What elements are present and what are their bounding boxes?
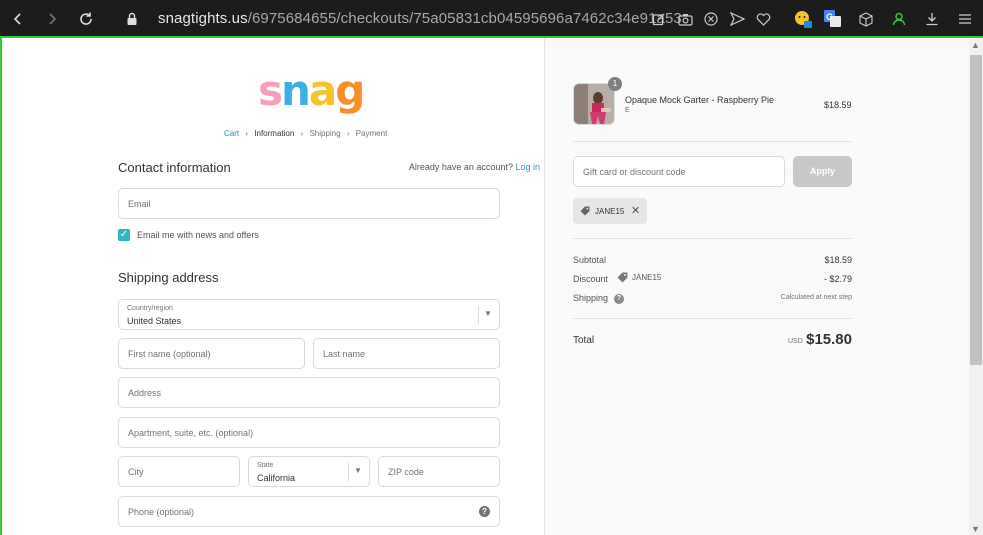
- apply-button[interactable]: Apply: [793, 156, 852, 187]
- help-icon[interactable]: ?: [479, 506, 490, 517]
- logo-text: snag: [258, 66, 365, 115]
- cube-icon[interactable]: [856, 9, 876, 29]
- scroll-up-arrow-icon[interactable]: ▲: [971, 40, 980, 50]
- subtotal-label: Subtotal: [573, 255, 607, 265]
- breadcrumb-chevron-icon: ›: [300, 129, 304, 138]
- total-amount: $15.80: [806, 331, 852, 348]
- forward-arrow-icon[interactable]: [42, 9, 62, 29]
- scrollbar-thumb[interactable]: [970, 55, 982, 365]
- quantity-badge: 1: [608, 77, 622, 91]
- account-prompt-text: Already have an account?: [408, 162, 513, 172]
- send-icon[interactable]: [727, 9, 747, 29]
- select-divider: [348, 463, 349, 481]
- country-label: Country/region: [127, 305, 173, 312]
- edit-icon[interactable]: [649, 9, 669, 29]
- translate-badge-letter: G: [826, 12, 833, 22]
- email-placeholder: Email: [128, 199, 151, 209]
- camera-icon[interactable]: [675, 9, 695, 29]
- summary-divider: [573, 318, 852, 319]
- chevron-down-icon: ▼: [354, 466, 362, 475]
- first-name-field[interactable]: First name (optional): [118, 338, 305, 369]
- breadcrumb-shipping: Shipping: [309, 129, 341, 138]
- last-name-placeholder: Last name: [323, 349, 366, 359]
- shipping-value: Calculated at next step: [780, 294, 852, 301]
- applied-discount-code: JANE15: [595, 207, 625, 216]
- store-logo[interactable]: snag: [258, 70, 365, 112]
- logo-letter: n: [281, 66, 311, 115]
- product-thumbnail: [573, 83, 615, 125]
- breadcrumb-cart[interactable]: Cart: [224, 129, 239, 138]
- state-select[interactable]: State California ▼: [248, 456, 370, 487]
- address-placeholder: Address: [128, 388, 162, 398]
- applied-discount-tag: JANE15 ✕: [573, 198, 647, 224]
- tag-icon: [617, 272, 628, 283]
- logo-letter: a: [308, 66, 337, 115]
- product-name: Opaque Mock Garter - Raspberry Pie: [625, 95, 775, 105]
- subtotal-value: $18.59: [824, 255, 852, 265]
- breadcrumb-payment: Payment: [355, 129, 388, 138]
- apartment-placeholder: Apartment, suite, etc. (optional): [128, 428, 254, 438]
- discount-label: Discount: [573, 274, 609, 284]
- city-placeholder: City: [128, 467, 144, 477]
- select-divider: [478, 306, 479, 324]
- shipping-section-title: Shipping address: [118, 270, 219, 285]
- url-domain: snagtights.us: [158, 10, 248, 27]
- first-name-placeholder: First name (optional): [128, 349, 211, 359]
- apartment-field[interactable]: Apartment, suite, etc. (optional): [118, 417, 500, 448]
- country-value: United States: [127, 316, 182, 326]
- last-name-field[interactable]: Last name: [313, 338, 500, 369]
- checkmark-icon: ✓: [119, 229, 129, 240]
- discount-code-input[interactable]: Gift card or discount code: [573, 156, 785, 187]
- city-field[interactable]: City: [118, 456, 240, 487]
- login-prompt: Already have an account? Log in: [409, 162, 540, 172]
- lock-icon[interactable]: [122, 9, 142, 29]
- menu-icon[interactable]: [955, 9, 975, 29]
- state-label: State: [257, 462, 274, 469]
- download-icon[interactable]: [922, 9, 942, 29]
- summary-divider: [573, 141, 852, 142]
- scroll-down-arrow-icon[interactable]: ▼: [971, 524, 980, 534]
- newsletter-checkbox[interactable]: ✓: [118, 229, 130, 241]
- address-bar[interactable]: snagtights.us/6975684655/checkouts/75a05…: [158, 10, 682, 27]
- email-field[interactable]: Email: [118, 188, 500, 219]
- chevron-down-icon: ▼: [484, 309, 492, 318]
- url-path: /6975684655/checkouts/75a05831cb04595696…: [247, 10, 682, 27]
- breadcrumb-information: Information: [254, 129, 295, 138]
- country-select[interactable]: Country/region United States ▼: [118, 299, 500, 330]
- logo-letter: g: [335, 66, 365, 115]
- discount-placeholder: Gift card or discount code: [583, 167, 686, 177]
- summary-divider: [573, 238, 852, 239]
- remove-discount-close-icon[interactable]: ✕: [631, 204, 640, 217]
- browser-toolbar: snagtights.us/6975684655/checkouts/75a05…: [0, 0, 983, 38]
- contact-section-title: Contact information: [118, 160, 231, 175]
- translate-icon[interactable]: G: [823, 9, 843, 29]
- zip-placeholder: ZIP code: [388, 467, 424, 477]
- discount-value: - $2.79: [823, 274, 852, 284]
- discount-code: JANE15: [632, 273, 662, 282]
- reload-icon[interactable]: [76, 9, 96, 29]
- heart-icon[interactable]: [753, 9, 773, 29]
- shipping-label: Shipping: [573, 293, 609, 303]
- back-arrow-icon[interactable]: [8, 9, 28, 29]
- address-field[interactable]: Address: [118, 377, 500, 408]
- block-icon[interactable]: [701, 9, 721, 29]
- zip-field[interactable]: ZIP code: [378, 456, 500, 487]
- login-link[interactable]: Log in: [515, 162, 540, 172]
- phone-placeholder: Phone (optional): [128, 507, 195, 517]
- breadcrumb-chevron-icon: ›: [245, 129, 249, 138]
- phone-field[interactable]: Phone (optional) ?: [118, 496, 500, 527]
- help-icon[interactable]: ?: [614, 294, 624, 304]
- breadcrumb: Cart › Information › Shipping › Payment: [224, 129, 391, 138]
- product-price: $18.59: [824, 100, 852, 110]
- breadcrumb-chevron-icon: ›: [346, 129, 350, 138]
- product-variant: E: [625, 107, 630, 114]
- logo-letter: s: [258, 66, 283, 115]
- total-label: Total: [573, 335, 595, 346]
- extension-face-icon[interactable]: [793, 9, 813, 29]
- profile-icon[interactable]: [889, 9, 909, 29]
- currency-code: USD: [788, 338, 803, 345]
- newsletter-label[interactable]: Email me with news and offers: [137, 230, 259, 240]
- tag-icon: [580, 206, 590, 216]
- state-value: California: [257, 473, 296, 483]
